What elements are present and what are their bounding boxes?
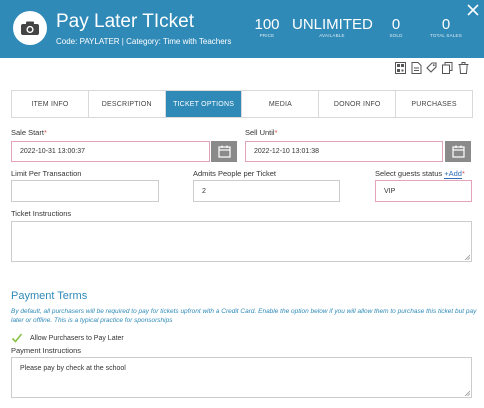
- stat-total-sales: 0 TOTAL SALES: [424, 16, 468, 39]
- resize-handle-icon[interactable]: [465, 391, 470, 396]
- add-guest-status-link[interactable]: +Add: [444, 169, 462, 179]
- stat-price-value: 100: [254, 16, 280, 33]
- sale-start-label-text: Sale Start: [11, 128, 44, 137]
- stat-price: 100 PRICE: [252, 16, 282, 39]
- resize-handle-icon[interactable]: [465, 255, 470, 260]
- payment-instructions-label: Payment Instructions: [11, 346, 82, 355]
- tab-purchases[interactable]: PURCHASES: [396, 91, 472, 117]
- item-header: Pay Later TIcket Code: PAYLATER | Catego…: [0, 0, 484, 58]
- tab-description[interactable]: DESCRIPTION: [88, 91, 166, 117]
- stat-available: UNLIMITED AVAILABLE: [292, 16, 373, 39]
- sell-until-label: Sell Until*: [245, 128, 278, 137]
- required-mark: *: [274, 128, 278, 137]
- close-icon[interactable]: [466, 3, 480, 17]
- stat-price-label: PRICE: [259, 33, 275, 38]
- stat-total-sales-label: TOTAL SALES: [430, 33, 462, 38]
- guest-status-label-text: Select guests status: [375, 169, 443, 178]
- tab-media[interactable]: MEDIA: [242, 91, 320, 117]
- stat-available-value: UNLIMITED: [292, 16, 373, 33]
- tab-item-info[interactable]: ITEM INFO: [12, 91, 89, 117]
- sale-start-label: Sale Start*: [11, 128, 47, 137]
- payment-terms-help: By default, all purchasers will be requi…: [11, 308, 477, 324]
- trash-icon[interactable]: [458, 62, 469, 74]
- tab-bar: ITEM INFO DESCRIPTION TICKET OPTIONS MED…: [11, 90, 473, 118]
- allow-pay-later-row[interactable]: Allow Purchasers to Pay Later: [11, 332, 124, 344]
- tab-ticket-options[interactable]: TICKET OPTIONS: [165, 91, 243, 117]
- allow-pay-later-checkbox[interactable]: [11, 332, 23, 344]
- qr-code-icon[interactable]: [395, 62, 406, 74]
- stat-sold: 0 SOLD: [384, 16, 408, 39]
- guest-status-select[interactable]: VIP: [375, 180, 472, 202]
- limit-per-transaction-label: Limit Per Transaction: [11, 169, 82, 178]
- ticket-instructions-label: Ticket Instructions: [11, 209, 72, 218]
- calendar-icon: [217, 145, 231, 158]
- camera-icon: [21, 21, 39, 35]
- item-subtitle: Code: PAYLATER | Category: Time with Tea…: [56, 37, 232, 46]
- stat-sold-value: 0: [391, 16, 401, 33]
- allow-pay-later-label: Allow Purchasers to Pay Later: [30, 334, 124, 342]
- admits-per-ticket-field[interactable]: 2: [193, 180, 340, 202]
- ticket-instructions-field[interactable]: [11, 221, 472, 262]
- calendar-icon: [451, 145, 465, 158]
- sell-until-calendar-button[interactable]: [445, 141, 471, 162]
- payment-instructions-field[interactable]: Please pay by check at the school: [11, 357, 472, 398]
- limit-per-transaction-field[interactable]: [11, 180, 159, 202]
- tag-icon[interactable]: [426, 62, 437, 74]
- guest-status-label: Select guests status +Add*: [375, 169, 465, 179]
- tab-donor-info[interactable]: DONOR INFO: [319, 91, 397, 117]
- sale-start-calendar-button[interactable]: [211, 141, 237, 162]
- document-icon[interactable]: [411, 62, 422, 74]
- stat-total-sales-value: 0: [441, 16, 451, 33]
- admits-per-ticket-label: Admits People per Ticket: [193, 169, 276, 178]
- sell-until-field[interactable]: 2022-12-10 13:01:38: [245, 141, 443, 162]
- stat-sold-label: SOLD: [389, 33, 403, 38]
- item-logo: [13, 11, 47, 45]
- stat-available-label: AVAILABLE: [319, 33, 345, 38]
- sell-until-label-text: Sell Until: [245, 128, 275, 137]
- payment-terms-title: Payment Terms: [11, 290, 88, 302]
- copy-icon[interactable]: [442, 62, 453, 74]
- checkmark-icon: [11, 333, 23, 343]
- sale-start-field[interactable]: 2022-10-31 13:00:37: [11, 141, 210, 162]
- required-mark: *: [461, 169, 465, 178]
- required-mark: *: [43, 128, 47, 137]
- item-title: Pay Later TIcket: [56, 11, 194, 32]
